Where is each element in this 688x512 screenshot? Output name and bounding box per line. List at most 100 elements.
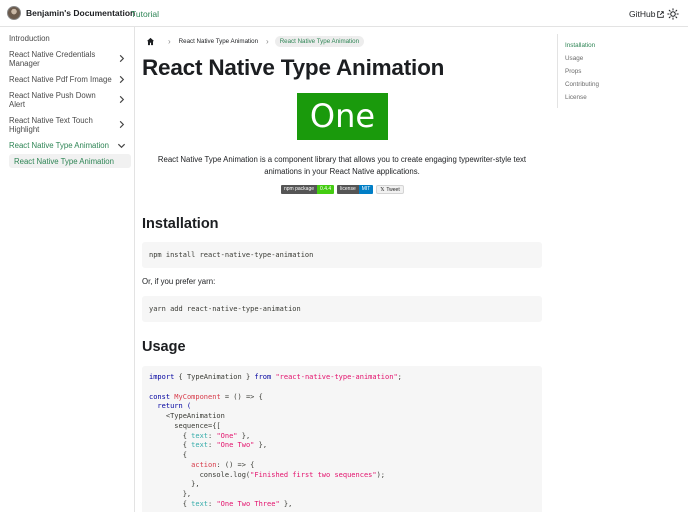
npm-badge-label: npm package — [281, 185, 318, 194]
chevron-right-icon[interactable] — [117, 75, 126, 84]
sidebar-item-credentials-manager[interactable]: React Native Credentials Manager — [9, 50, 114, 68]
code-token: }, — [279, 499, 293, 508]
code-token: }, — [149, 480, 200, 489]
chevron-right-icon[interactable] — [117, 54, 126, 63]
license-badge-label: license — [337, 185, 359, 194]
breadcrumb-current: React Native Type Animation — [274, 36, 365, 47]
toc-item-license[interactable]: License — [565, 94, 587, 101]
code-token: "Finished first two sequences" — [250, 470, 377, 479]
brand-title: Benjamin's Documentation — [26, 8, 136, 18]
table-of-contents: Installation Usage Props Contributing Li… — [557, 34, 682, 108]
breadcrumb-separator: › — [168, 37, 171, 46]
code-token: { — [149, 431, 192, 440]
code-token: text — [191, 499, 209, 508]
code-token: <TypeAnimation — [149, 412, 225, 420]
toc-item-usage[interactable]: Usage — [565, 55, 583, 62]
code-token: "One Two Three" — [216, 499, 280, 508]
code-line: }, — [149, 480, 200, 489]
code-token: ); — [376, 470, 386, 479]
sidebar-subitem-type-animation[interactable]: React Native Type Animation — [9, 154, 131, 168]
npm-badge-value: 0.4.4 — [317, 185, 335, 194]
sidebar: Introduction React Native Credentials Ma… — [0, 27, 135, 512]
code-line: { text: "One Two Three" }, — [149, 499, 293, 509]
code-line: action: () => { — [149, 461, 254, 470]
sidebar-item-pdf-from-image[interactable]: React Native Pdf From Image — [9, 75, 127, 84]
usage-heading: Usage — [142, 339, 186, 355]
license-badge-value: MIT — [358, 185, 374, 194]
breadcrumb: › React Native Type Animation › React Na… — [144, 35, 365, 48]
breadcrumb-separator: › — [266, 37, 269, 46]
github-link[interactable]: GitHub — [629, 9, 665, 19]
sidebar-item-text-touch-highlight[interactable]: React Native Text Touch Highlight — [9, 116, 99, 134]
x-logo-icon: 𝕏 — [380, 186, 385, 193]
toc-item-contributing[interactable]: Contributing — [565, 81, 599, 88]
code-token: "react-native-type-animation" — [275, 373, 398, 381]
code-line: }, — [149, 490, 191, 499]
code-token: text — [191, 441, 209, 450]
npm-install-code-block[interactable]: npm install react-native-type-animation — [142, 242, 542, 268]
code-token: { TypeAnimation } — [174, 373, 255, 381]
yarn-note: Or, if you prefer yarn: — [142, 277, 216, 286]
sidebar-item-label: React Native Credentials Manager — [9, 50, 96, 68]
npm-install-command: npm install react-native-type-animation — [149, 251, 314, 259]
sidebar-item-type-animation[interactable]: React Native Type Animation — [9, 141, 127, 150]
code-token: { — [149, 451, 187, 459]
breadcrumb-parent[interactable]: React Native Type Animation — [179, 38, 258, 45]
code-line: { text: "One Two" }, — [149, 441, 267, 450]
chevron-right-icon[interactable] — [117, 120, 126, 129]
sidebar-item-introduction[interactable]: Introduction — [9, 34, 127, 43]
code-token: }, — [237, 431, 251, 440]
code-line: { — [149, 451, 187, 460]
code-token: const — [149, 392, 171, 401]
sidebar-item-label: React Native Type Animation — [9, 141, 109, 150]
code-token: "One Two" — [216, 441, 255, 450]
badges: npm package 0.4.4 license MIT 𝕏 Tweet — [281, 185, 404, 194]
usage-code-block[interactable]: import { TypeAnimation } from "react-nat… — [142, 366, 542, 512]
code-token: from — [254, 373, 272, 381]
installation-heading: Installation — [142, 216, 219, 232]
code-token: ; — [397, 373, 402, 381]
tweet-button[interactable]: 𝕏 Tweet — [376, 185, 404, 194]
code-line: console.log("Finished first two sequence… — [149, 471, 385, 480]
toc-item-props[interactable]: Props — [565, 68, 581, 75]
yarn-install-command: yarn add react-native-type-animation — [149, 305, 301, 313]
demo-animation-image: One — [297, 93, 388, 140]
code-token: console.log( — [149, 470, 251, 479]
code-line: { text: "One" }, — [149, 432, 250, 441]
navbar: Benjamin's Documentation Tutorial GitHub — [0, 0, 688, 27]
github-link-label: GitHub — [629, 9, 656, 19]
sun-icon[interactable] — [667, 8, 679, 20]
sidebar-item-label: React Native Pdf From Image — [9, 75, 112, 84]
sidebar-subitem-label: React Native Type Animation — [14, 157, 114, 166]
sidebar-item-label: React Native Text Touch Highlight — [9, 116, 93, 134]
external-link-icon — [657, 10, 665, 18]
code-line: import { TypeAnimation } from "react-nat… — [149, 373, 402, 382]
code-token: : () => { — [216, 460, 255, 469]
code-token: { — [149, 499, 192, 508]
tutorial-link[interactable]: Tutorial — [131, 9, 159, 19]
code-token: }, — [254, 441, 268, 450]
code-line: return ( — [149, 402, 191, 411]
npm-badge[interactable]: npm package 0.4.4 — [281, 185, 335, 194]
code-token: text — [191, 431, 209, 440]
code-token: return ( — [149, 402, 192, 411]
code-line: const MyComponent = () => { — [149, 393, 263, 402]
sidebar-item-label: React Native Push Down Alert — [9, 91, 96, 109]
code-token: { — [149, 441, 192, 450]
code-token: "One" — [216, 431, 238, 440]
toc-item-installation[interactable]: Installation — [565, 42, 595, 49]
license-badge[interactable]: license MIT — [337, 185, 374, 194]
chevron-down-icon[interactable] — [117, 141, 126, 150]
demo-text: One — [309, 97, 376, 135]
code-token: }, — [149, 490, 192, 498]
yarn-install-code-block[interactable]: yarn add react-native-type-animation — [142, 296, 542, 322]
code-token: sequence={[ — [149, 421, 221, 430]
sidebar-item-push-down-alert[interactable]: React Native Push Down Alert — [9, 91, 99, 109]
chevron-right-icon[interactable] — [117, 95, 126, 104]
home-icon[interactable] — [146, 37, 155, 46]
code-token: import — [149, 373, 175, 381]
page-title: React Native Type Animation — [142, 55, 445, 80]
avatar — [7, 6, 21, 20]
code-token: MyComponent — [174, 392, 221, 401]
brand-link[interactable]: Benjamin's Documentation — [7, 6, 135, 20]
